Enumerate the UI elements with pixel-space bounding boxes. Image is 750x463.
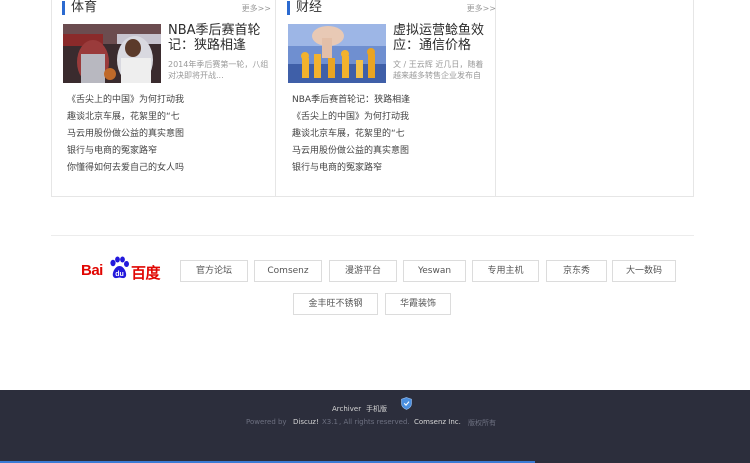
baidu-paw-icon: du xyxy=(110,256,129,279)
company-link[interactable]: Comsenz Inc. xyxy=(414,418,461,426)
friend-link-button[interactable]: 官方论坛 xyxy=(180,260,248,282)
list-item[interactable]: NBA季后赛首轮记：狭路相逢 xyxy=(292,92,410,109)
powered-by-text: Powered by xyxy=(246,418,287,426)
list-item[interactable]: 《舌尖上的中国》为何打动我 xyxy=(292,109,410,126)
logo-text-left: Bai xyxy=(81,262,103,279)
friend-link-button[interactable]: Comsenz xyxy=(254,260,322,282)
friend-link-button[interactable]: 大一数码 xyxy=(612,260,676,282)
section-header: 财经 更多>> xyxy=(287,0,502,16)
svg-text:du: du xyxy=(115,271,124,278)
article-headline[interactable]: NBA季后赛首轮记：狭路相逢 xyxy=(168,23,276,53)
list-item[interactable]: 趣谈北京车展，花絮里的“七 xyxy=(292,126,410,143)
list-item[interactable]: 《舌尖上的中国》为何打动我 xyxy=(67,92,184,109)
list-item[interactable]: 马云用股份做公益的真实意图 xyxy=(292,143,410,160)
logo-text-right: 百度 xyxy=(131,265,161,282)
article-summary: 2014年季后赛第一轮，八组对决即将开战... xyxy=(168,60,269,80)
list-item[interactable]: 银行与电商的冤家路窄 xyxy=(292,160,410,177)
article-list: 《舌尖上的中国》为何打动我 趣谈北京车展，花絮里的“七 马云用股份做公益的真实意… xyxy=(67,92,184,177)
section-accent-bar xyxy=(287,1,290,15)
friend-link-button[interactable]: 华霞装饰 xyxy=(385,293,451,315)
archiver-link[interactable]: Archiver xyxy=(332,405,361,413)
column-divider xyxy=(495,0,496,197)
mobile-link[interactable]: 手机版 xyxy=(366,404,387,414)
version-text: X3.1 xyxy=(322,418,338,426)
article-list: NBA季后赛首轮记：狭路相逢 《舌尖上的中国》为何打动我 趣谈北京车展，花絮里的… xyxy=(292,92,410,177)
article-summary: 文 / 王云辉 近几日，随着越来越多转售企业发布自 xyxy=(393,60,484,80)
list-item[interactable]: 马云用股份做公益的真实意图 xyxy=(67,126,184,143)
friend-link-button[interactable]: Yeswan xyxy=(403,260,466,282)
article-headline[interactable]: 虚拟运营鲶鱼效应：通信价格 xyxy=(393,23,493,53)
article-thumbnail[interactable] xyxy=(288,24,386,83)
discuz-link[interactable]: Discuz! xyxy=(293,418,319,426)
section-accent-bar xyxy=(62,1,65,15)
copyright-text: 版权所有 xyxy=(468,419,496,427)
list-item[interactable]: 你懂得如何去爱自己的女人吗 xyxy=(67,160,184,177)
list-item[interactable]: 趣谈北京车展，花絮里的“七 xyxy=(67,109,184,126)
shield-icon[interactable] xyxy=(401,397,412,410)
friend-link-button[interactable]: 漫游平台 xyxy=(329,260,397,282)
more-link[interactable]: 更多>> xyxy=(242,3,271,14)
friend-link-button[interactable]: 专用主机 xyxy=(472,260,539,282)
friend-link-button[interactable]: 金丰旺不锈钢 xyxy=(293,293,378,315)
more-link[interactable]: 更多>> xyxy=(467,3,496,14)
list-item[interactable]: 银行与电商的冤家路窄 xyxy=(67,143,184,160)
section-header: 体育 更多>> xyxy=(62,0,277,16)
section-separator xyxy=(51,235,694,236)
section-title: 体育 xyxy=(71,0,98,15)
section-title: 财经 xyxy=(296,0,323,15)
article-thumbnail[interactable] xyxy=(63,24,161,83)
site-footer xyxy=(0,390,750,463)
basketball-game-photo xyxy=(63,24,161,83)
rights-text: , All rights reserved. xyxy=(339,418,410,426)
finance-game-pieces-photo xyxy=(288,24,386,83)
friend-link-button[interactable]: 京东秀 xyxy=(546,260,607,282)
baidu-logo[interactable]: Bai du 百度 xyxy=(81,256,161,284)
